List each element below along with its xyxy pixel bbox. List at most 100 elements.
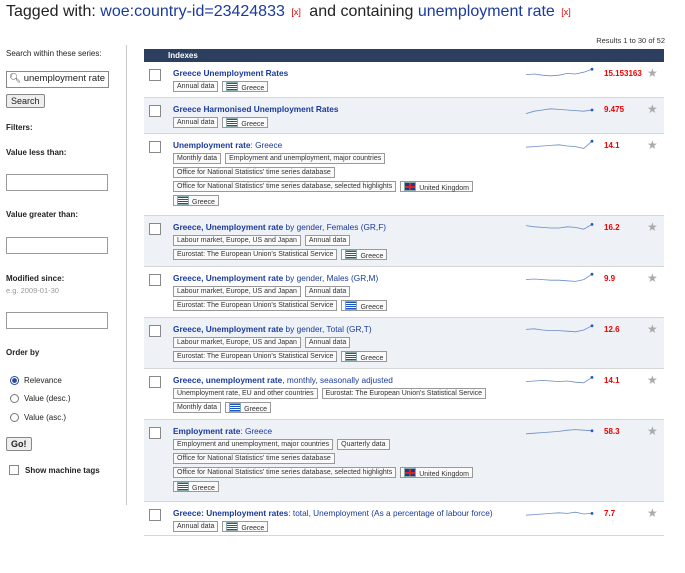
tag-chip[interactable]: Unemployment rate, EU and other countrie… (173, 388, 318, 399)
series-title-link[interactable]: Employment rate: Greece (173, 426, 272, 436)
radio-icon (10, 394, 19, 403)
select-checkbox[interactable] (149, 427, 161, 439)
star-icon[interactable]: ★ (647, 424, 658, 438)
less-than-input[interactable] (6, 174, 108, 191)
star-icon[interactable]: ★ (647, 102, 658, 116)
tag-chip[interactable]: Eurostat: The European Union's Statistic… (173, 249, 338, 260)
tag-chip[interactable]: Greece (222, 81, 269, 92)
tag-chip[interactable]: Greece (222, 117, 269, 128)
tag-chip[interactable]: Annual data (304, 337, 351, 348)
tag-chip[interactable]: Monthly data (173, 402, 222, 413)
tag-chip[interactable]: United Kingdom (400, 467, 474, 478)
tag-chip[interactable]: Greece (341, 249, 388, 260)
series-title-link[interactable]: Greece: Unemployment rates: total, Unemp… (173, 508, 493, 518)
star-icon[interactable]: ★ (647, 220, 658, 234)
tag-chip[interactable]: Employment and unemployment, major count… (225, 153, 386, 164)
tag-chip[interactable]: Annual data (304, 235, 351, 246)
select-checkbox[interactable] (149, 325, 161, 337)
result-row: Greece, Unemployment rate by gender, Tot… (144, 318, 664, 369)
star-icon[interactable]: ★ (647, 138, 658, 152)
latest-value: 16.2 (604, 223, 620, 232)
machine-tags-toggle[interactable]: Show machine tags (9, 465, 100, 475)
indexes-column-header: Indexes (144, 49, 664, 62)
tag-chip[interactable]: Monthly data (173, 153, 222, 164)
go-button[interactable]: Go! (6, 437, 32, 451)
tag-chip[interactable]: Office for National Statistics' time ser… (173, 181, 397, 192)
select-checkbox[interactable] (149, 141, 161, 153)
series-title-rest: by gender, Total (GR,T) (283, 324, 372, 334)
order-asc-radio[interactable]: Value (asc.) (10, 413, 66, 422)
series-title-link[interactable]: Greece, Unemployment rate by gender, Mal… (173, 273, 378, 283)
tag-label: Greece (241, 121, 265, 128)
tag-chip[interactable]: Office for National Statistics' time ser… (173, 453, 335, 464)
tag-chip[interactable]: Labour market, Europe, US and Japan (173, 286, 301, 297)
tag-chip[interactable]: Employment and unemployment, major count… (173, 439, 334, 450)
series-title-link[interactable]: Greece, Unemployment rate by gender, Fem… (173, 222, 386, 232)
tag-list: Labour market, Europe, US and Japan Annua… (173, 286, 513, 314)
tag-chip[interactable]: Greece (173, 481, 219, 492)
tag-chip[interactable]: Greece (341, 351, 388, 362)
tag-chip[interactable]: Annual data (173, 117, 219, 128)
star-icon[interactable]: ★ (647, 66, 658, 80)
result-row: Greece, Unemployment rate by gender, Mal… (144, 267, 664, 318)
greece-flag-icon (226, 118, 239, 127)
tag-chip[interactable]: Annual data (304, 286, 351, 297)
tag-chip[interactable]: Greece (222, 521, 269, 532)
tag-list: Unemployment rate, EU and other countrie… (173, 388, 513, 416)
select-checkbox[interactable] (149, 105, 161, 117)
tag-chip[interactable]: Office for National Statistics' time ser… (173, 167, 335, 178)
series-title-link[interactable]: Unemployment rate: Greece (173, 140, 282, 150)
sparkline-endpoint (590, 512, 594, 515)
sparkline (525, 429, 594, 435)
greater-than-input[interactable] (6, 237, 108, 254)
star-icon[interactable]: ★ (647, 506, 658, 520)
result-row: Greece, Unemployment rate by gender, Fem… (144, 216, 664, 267)
tag-chip[interactable]: Eurostat: The European Union's Statistic… (173, 300, 338, 311)
tag-chip[interactable]: Quarterly data (337, 439, 390, 450)
machine-tags-checkbox[interactable] (9, 465, 19, 475)
series-title-link[interactable]: Greece, unemployment rate, monthly, seas… (173, 375, 393, 385)
modified-since-input[interactable] (6, 312, 108, 329)
tag-chip[interactable]: Labour market, Europe, US and Japan (173, 337, 301, 348)
filters-heading: Filters: (6, 123, 33, 132)
result-row: Greece, unemployment rate, monthly, seas… (144, 369, 664, 420)
tag-chip[interactable]: Labour market, Europe, US and Japan (173, 235, 301, 246)
search-button[interactable]: Search (6, 94, 45, 108)
search-input[interactable]: 🔍︎ unemployment rate (6, 71, 109, 88)
tag-chip[interactable]: Eurostat: The European Union's Statistic… (321, 388, 487, 399)
series-title-link[interactable]: Greece Unemployment Rates (173, 68, 288, 78)
select-checkbox[interactable] (149, 274, 161, 286)
star-icon[interactable]: ★ (647, 322, 658, 336)
tag-chip[interactable]: United Kingdom (400, 181, 474, 192)
series-title-link[interactable]: Greece, Unemployment rate by gender, Tot… (173, 324, 372, 334)
modified-since-label: Modified since: (6, 274, 65, 283)
star-icon[interactable]: ★ (647, 373, 658, 387)
tag-chip[interactable]: Eurostat: The European Union's Statistic… (173, 351, 338, 362)
order-relevance-radio[interactable]: Relevance (10, 376, 62, 385)
tag-chip[interactable]: Annual data (173, 81, 219, 92)
series-title-link[interactable]: Greece Harmonised Unemployment Rates (173, 104, 339, 114)
tag-chip[interactable]: Annual data (173, 521, 219, 532)
select-checkbox[interactable] (149, 509, 161, 521)
select-checkbox[interactable] (149, 69, 161, 81)
remove-tag-link[interactable]: [x] (291, 7, 301, 17)
search-term-link[interactable]: unemployment rate (418, 3, 555, 20)
tag-label: Office for National Statistics' time ser… (177, 169, 331, 176)
tag-chip[interactable]: Greece (225, 402, 272, 413)
search-icon: 🔍︎ (9, 73, 22, 84)
remove-term-link[interactable]: [x] (561, 7, 571, 17)
select-checkbox[interactable] (149, 223, 161, 235)
select-checkbox[interactable] (149, 376, 161, 388)
sparkline-path (525, 429, 593, 435)
star-icon[interactable]: ★ (647, 271, 658, 285)
tag-chip[interactable]: Greece (341, 300, 388, 311)
tag-link[interactable]: woe:country-id=23424833 (100, 3, 285, 20)
sparkline-path (525, 377, 593, 384)
sparkline-endpoint (590, 272, 594, 276)
tag-chip[interactable]: Office for National Statistics' time ser… (173, 467, 397, 478)
tag-label: Greece (244, 406, 268, 413)
order-desc-radio[interactable]: Value (desc.) (10, 394, 71, 403)
tag-list: Labour market, Europe, US and Japan Annua… (173, 337, 513, 365)
tag-label: Office for National Statistics' time ser… (177, 469, 393, 476)
tag-chip[interactable]: Greece (173, 195, 219, 206)
